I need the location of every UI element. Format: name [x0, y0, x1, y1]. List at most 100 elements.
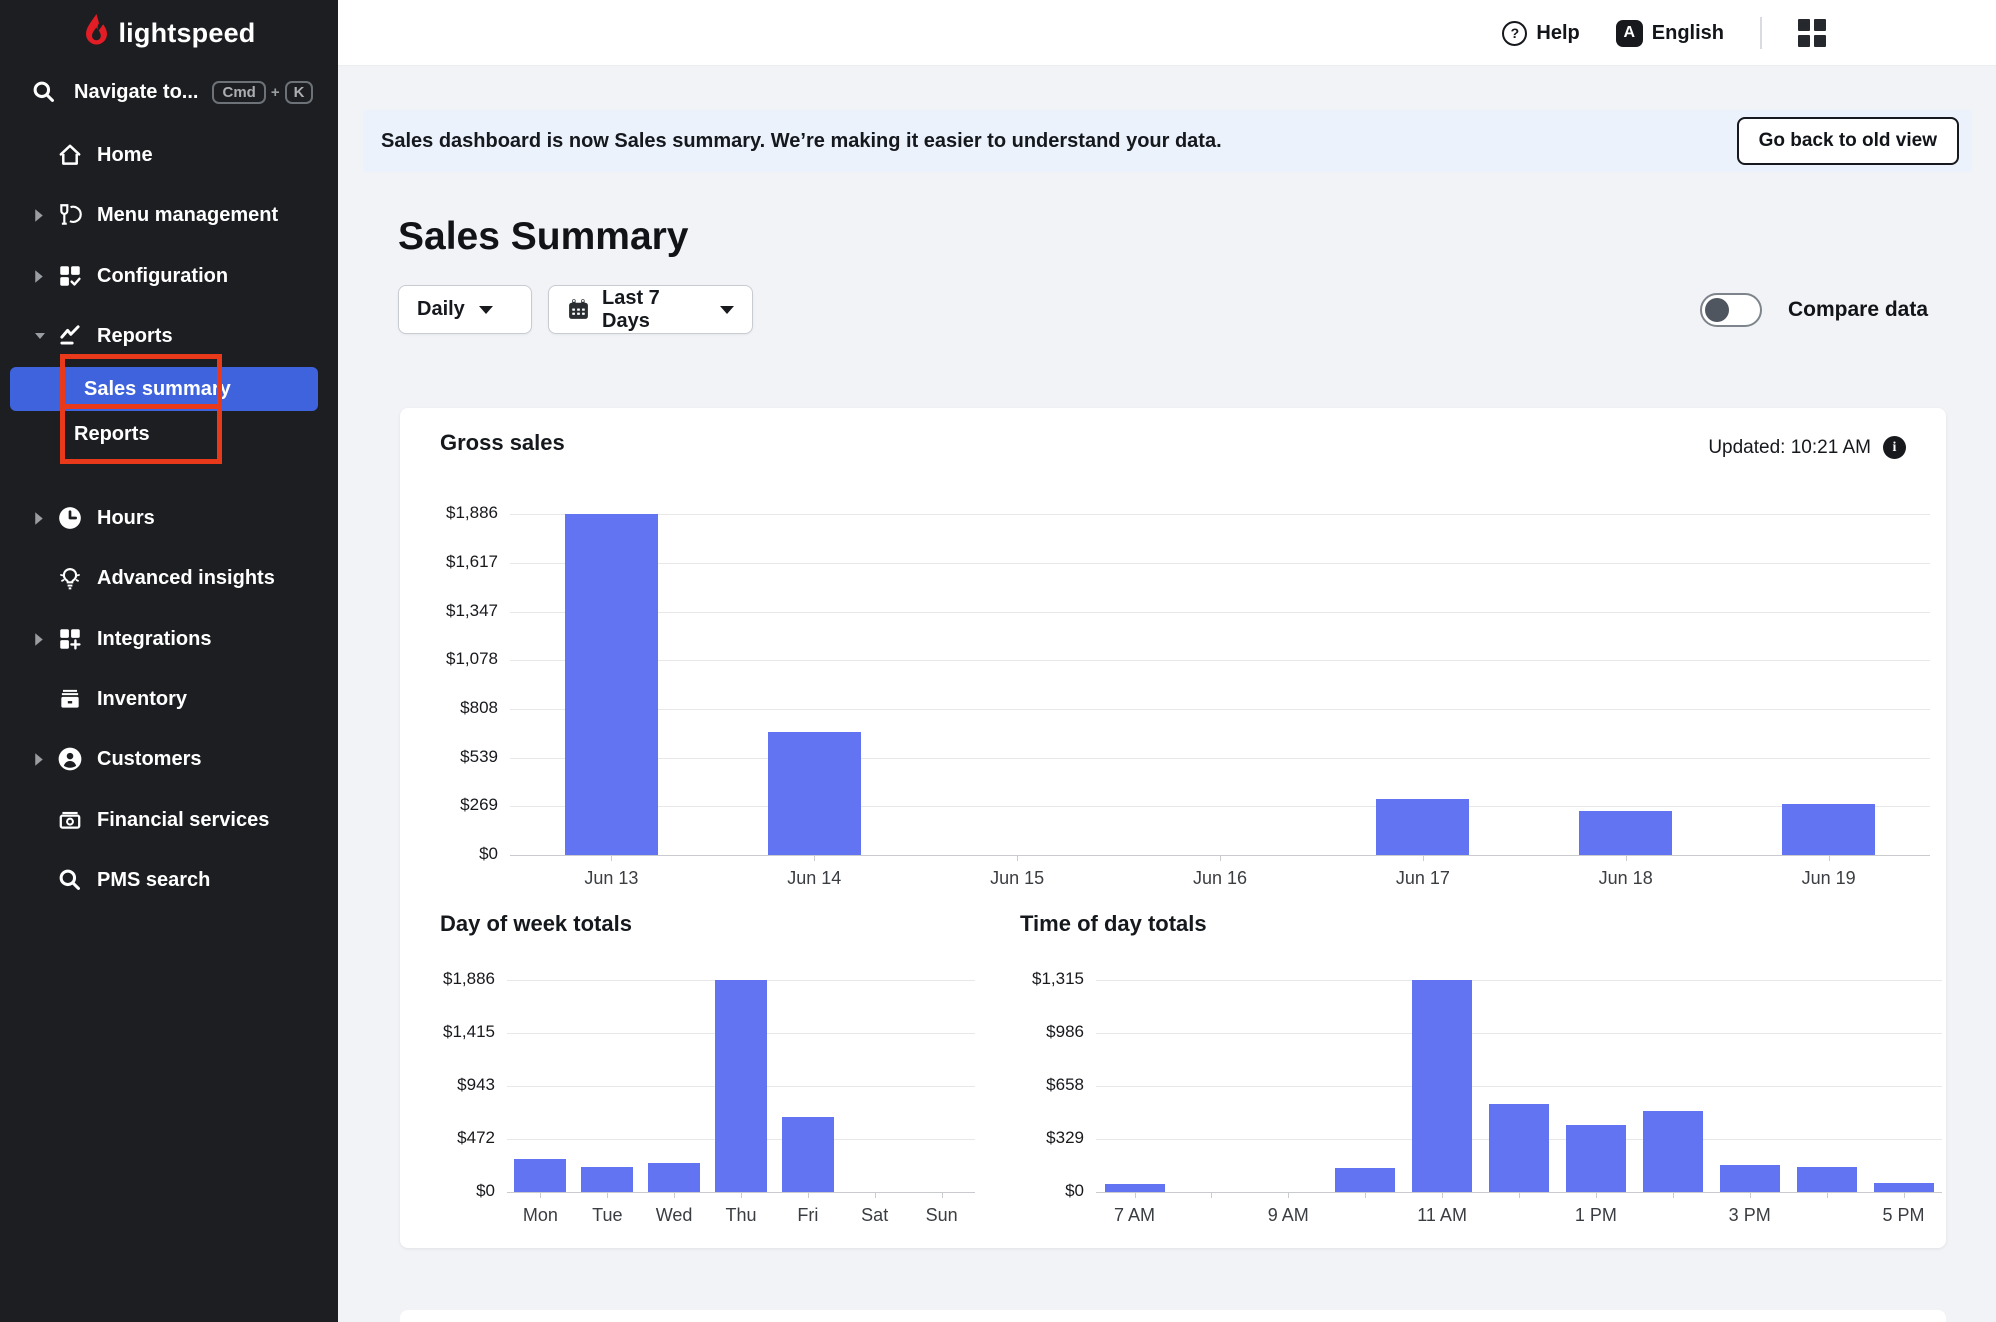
axis-tick — [1442, 1192, 1443, 1198]
y-axis-label: $808 — [406, 698, 498, 718]
sidebar-item-customers[interactable]: Customers — [0, 739, 338, 779]
topbar: ? Help A English — [338, 0, 1996, 66]
y-axis-label: $1,315 — [992, 969, 1084, 989]
reports-icon — [56, 322, 84, 350]
sidebar-item-hours[interactable]: Hours — [0, 498, 338, 538]
time-of-day-chart: $1,315$986$658$329$07 AM9 AM11 AM1 PM3 P… — [1096, 980, 1942, 1192]
cmd-keycap: Cmd — [212, 81, 265, 104]
chevron-down-icon — [479, 306, 493, 314]
calendar-icon — [567, 298, 590, 321]
help-button[interactable]: ? Help — [1502, 21, 1579, 46]
sidebar-item-reports-sub[interactable]: Reports — [0, 414, 338, 454]
sidebar-item-sales-summary[interactable]: Sales summary — [10, 367, 318, 411]
integrations-icon — [56, 625, 84, 653]
x-axis-label: 9 AM — [1268, 1205, 1309, 1226]
axis-tick — [1904, 1192, 1905, 1198]
chevron-right-icon — [34, 511, 46, 526]
chevron-down-icon — [720, 306, 734, 314]
compare-data-control: Compare data — [1700, 293, 1928, 327]
axis-tick — [1750, 1192, 1751, 1198]
axis-tick — [1135, 1192, 1136, 1198]
language-button[interactable]: A English — [1616, 20, 1724, 47]
bar-Thu — [715, 980, 767, 1192]
search-icon — [56, 866, 84, 894]
x-axis-label: 7 AM — [1114, 1205, 1155, 1226]
bar-Jun-17 — [1376, 799, 1469, 855]
axis-tick — [741, 1192, 742, 1198]
app-root: lightspeed Navigate to... Cmd + K Home — [0, 0, 1996, 1322]
axis-tick — [1211, 1192, 1212, 1198]
navigate-placeholder: Navigate to... — [74, 81, 198, 104]
axis-tick — [540, 1192, 541, 1198]
x-axis-label: 11 AM — [1417, 1205, 1467, 1226]
axis-tick — [1365, 1192, 1366, 1198]
hours-icon — [56, 504, 84, 532]
axis-tick — [1829, 855, 1830, 861]
axis-tick — [875, 1192, 876, 1198]
banner-message: Sales dashboard is now Sales summary. We… — [381, 130, 1222, 153]
sidebar-item-inventory[interactable]: Inventory — [0, 679, 338, 719]
x-axis-label: 3 PM — [1729, 1205, 1771, 1226]
gridline — [510, 709, 1930, 710]
x-axis-label: 5 PM — [1882, 1205, 1924, 1226]
axis-tick — [814, 855, 815, 861]
lightspeed-logo: lightspeed — [0, 10, 338, 56]
gross-sales-title: Gross sales — [440, 430, 565, 456]
chevron-down-icon — [34, 332, 46, 340]
x-axis-label: Jun 13 — [584, 868, 638, 889]
x-axis-label: Jun 18 — [1599, 868, 1653, 889]
updated-row: Updated: 10:21 AM i — [1708, 436, 1906, 459]
customers-icon — [56, 745, 84, 773]
date-range-dropdown[interactable]: Last 7 Days — [548, 285, 753, 334]
y-axis-label: $1,078 — [406, 649, 498, 669]
y-axis-label: $1,415 — [403, 1022, 495, 1042]
compare-data-label: Compare data — [1788, 298, 1928, 322]
gridline — [510, 514, 1930, 515]
axis-tick — [1017, 855, 1018, 861]
help-icon: ? — [1502, 21, 1527, 46]
y-axis-label: $658 — [992, 1075, 1084, 1095]
time-of-day-title: Time of day totals — [1020, 911, 1207, 937]
axis-tick — [607, 1192, 608, 1198]
x-axis-label: Jun 17 — [1396, 868, 1450, 889]
bar-12-PM — [1489, 1104, 1549, 1192]
compare-data-toggle[interactable] — [1700, 293, 1762, 327]
day-of-week-title: Day of week totals — [440, 911, 632, 937]
x-axis-label: Jun 15 — [990, 868, 1044, 889]
menu-management-icon — [56, 201, 84, 229]
bar-Jun-18 — [1579, 811, 1672, 855]
apps-grid-icon[interactable] — [1798, 19, 1826, 47]
sidebar-item-financial-services[interactable]: Financial services — [0, 800, 338, 840]
sidebar-item-configuration[interactable]: Configuration — [0, 256, 338, 296]
bar-1-PM — [1566, 1125, 1626, 1192]
sidebar-item-integrations[interactable]: Integrations — [0, 619, 338, 659]
gridline — [510, 612, 1930, 613]
sidebar-item-advanced-insights[interactable]: Advanced insights — [0, 558, 338, 598]
bar-4-PM — [1797, 1167, 1857, 1192]
gridline — [1096, 980, 1942, 981]
gridline — [510, 660, 1930, 661]
bar-10-AM — [1335, 1168, 1395, 1192]
axis-tick — [1673, 1192, 1674, 1198]
sidebar-item-reports[interactable]: Reports — [0, 316, 338, 356]
navigate-search[interactable]: Navigate to... Cmd + K — [0, 70, 338, 114]
bar-Fri — [782, 1117, 834, 1192]
y-axis-label: $986 — [992, 1022, 1084, 1042]
info-icon[interactable]: i — [1883, 436, 1906, 459]
topbar-divider — [1760, 17, 1762, 49]
y-axis-label: $0 — [406, 844, 498, 864]
gridline — [510, 758, 1930, 759]
next-card-edge — [400, 1310, 1946, 1322]
axis-tick — [1596, 1192, 1597, 1198]
go-back-old-view-button[interactable]: Go back to old view — [1737, 117, 1959, 165]
bar-Tue — [581, 1167, 633, 1192]
sidebar-item-menu-management[interactable]: Menu management — [0, 195, 338, 235]
lightbulb-icon — [56, 564, 84, 592]
bar-Jun-14 — [768, 732, 861, 855]
axis-tick — [1519, 1192, 1520, 1198]
sidebar-item-pms-search[interactable]: PMS search — [0, 860, 338, 900]
day-of-week-chart: $1,886$1,415$943$472$0MonTueWedThuFriSat… — [507, 980, 975, 1192]
axis-tick — [674, 1192, 675, 1198]
sidebar-item-home[interactable]: Home — [0, 135, 338, 175]
period-dropdown[interactable]: Daily — [398, 285, 532, 334]
